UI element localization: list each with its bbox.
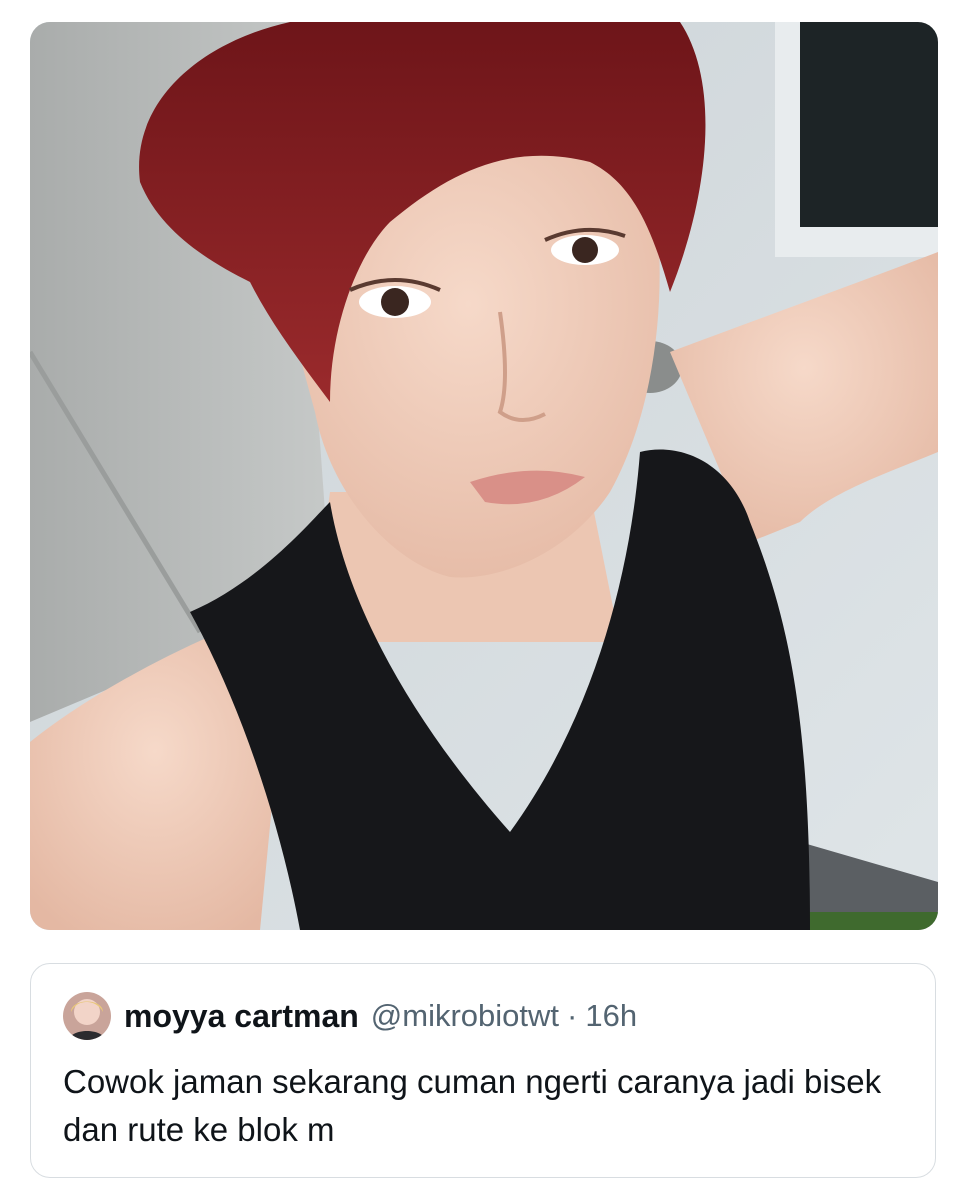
selfie-photo [30,22,938,930]
tweet-photo[interactable] [30,22,938,930]
author-display-name[interactable]: moyya cartman [124,998,359,1035]
post-time[interactable]: 16h [585,998,637,1034]
avatar-icon [63,992,111,1040]
separator-dot: · [567,998,578,1033]
author-handle[interactable]: @mikrobiotwt [371,998,559,1034]
quote-header: moyya cartman @mikrobiotwt · 16h [63,992,637,1040]
avatar[interactable] [63,992,111,1040]
quote-text: Cowok jaman sekarang cuman ngerti carany… [63,1063,882,1148]
quoted-tweet[interactable]: moyya cartman @mikrobiotwt · 16h Cowok j… [30,963,936,1178]
